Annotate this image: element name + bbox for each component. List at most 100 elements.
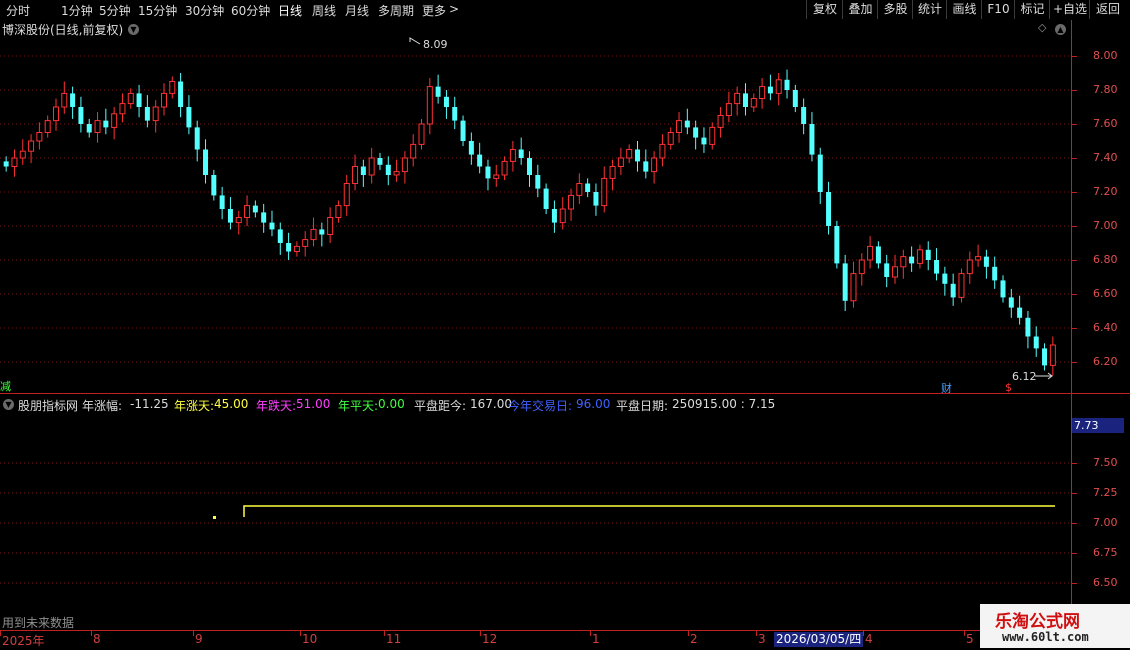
indicator-tick-mark [1072,463,1077,464]
more-arrow-icon[interactable]: > [449,2,459,16]
candle-body [975,256,982,261]
indicator-item-value: 51.00 [296,397,331,411]
candle-body [966,259,973,275]
date-tick-mark [688,631,689,636]
low-price-label: 6.12 [1012,370,1037,383]
indicator-chart[interactable] [0,412,1072,630]
period-tab-monthly[interactable]: 月线 [345,2,369,19]
fuquan-button[interactable]: 复权 [806,0,843,19]
period-tab-15min[interactable]: 15分钟 [138,2,177,19]
indicator-tick-label: 7.50 [1093,456,1118,469]
indicator-tick-label: 6.50 [1093,576,1118,589]
date-tick-mark [0,631,1,636]
future-data-note: 用到未来数据 [2,616,75,630]
candle-body [916,249,923,264]
candle-body [11,157,18,167]
candle-body [70,93,76,107]
price-tick-label: 7.00 [1093,219,1118,232]
date-axis: 2025年 8 9 10 11 12 1 2 3 4 5 [0,631,1072,650]
indicator-item-value: 45.00 [214,397,249,411]
candle-body [568,194,575,210]
candle-body [277,229,283,243]
multi-stock-button[interactable]: 多股 [877,0,913,19]
indicator-tick-mark [1072,523,1077,524]
candle-body [219,195,225,209]
indicator-tick-mark [1072,493,1077,494]
candle-body [252,205,258,213]
candle-body [958,273,965,298]
period-tab-daily[interactable]: 日线 [278,2,302,19]
candle-body [293,245,300,252]
f10-button[interactable]: F10 [981,0,1015,19]
candle-body [61,92,68,108]
candle-body [452,107,458,121]
price-tick-mark [1072,226,1077,227]
candle-body [676,120,683,133]
candle-body [983,256,989,267]
candle-body [576,183,583,196]
candle-body [734,92,741,105]
candle-body [667,132,674,145]
candle-body [942,273,948,284]
candle-body [1000,280,1006,298]
candle-body [651,157,658,173]
date-tick-mark [964,631,965,636]
period-tab-60min[interactable]: 60分钟 [231,2,270,19]
watermark-url: www.60lt.com [1002,630,1089,644]
candle-body [327,217,334,235]
candle-body [186,107,192,128]
indicator-line [243,505,1055,517]
candle-body [160,92,167,108]
period-tab-5min[interactable]: 5分钟 [99,2,131,19]
panel-divider [0,393,1130,394]
price-tick-mark [1072,192,1077,193]
indicator-item-value: 250915.00 : 7.15 [672,397,776,411]
candle-body [1017,307,1023,318]
period-tab-multi[interactable]: 多周期 [378,2,414,19]
overlay-button[interactable]: 叠加 [842,0,878,19]
candle-body [86,124,92,133]
indicator-header: ▼ 股朋指标网 年涨幅: -11.25 年涨天: 45.00 年跌天: 51.00 年平天:… [0,395,1070,413]
candle-body [286,243,292,252]
candle-body [410,143,417,159]
indicator-item-value: -11.25 [130,397,169,411]
candle-body [742,93,748,107]
indicator-tick-label: 7.00 [1093,516,1118,529]
date-tick-mark [91,631,92,636]
candle-body [767,86,773,94]
candle-body [759,86,766,99]
candle-body [950,283,956,298]
candle-body [1025,317,1031,337]
watermark-title: 乐淘公式网 [995,612,1080,632]
candle-body [784,79,790,90]
candle-body [817,154,823,192]
candlestick-chart[interactable] [0,20,1072,393]
candle-body [842,263,848,301]
candle-body [559,208,566,224]
draw-line-button[interactable]: 画线 [946,0,982,19]
candle-body [343,183,350,207]
statistics-button[interactable]: 统计 [912,0,947,19]
price-tick-label: 6.40 [1093,321,1118,334]
period-tab-1min[interactable]: 1分钟 [61,2,93,19]
candle-body [1033,336,1039,349]
period-tab-fenshi[interactable]: 分时 [6,2,30,19]
period-tab-30min[interactable]: 30分钟 [185,2,224,19]
candle-body [1008,297,1014,308]
candle-body [169,81,176,94]
chevron-down-icon[interactable]: ▼ [3,399,14,410]
candle-body [194,127,200,150]
crosshair-date-label: 2026/03/05/四 [774,632,864,647]
reduce-marker[interactable]: 减 [0,378,11,394]
candle-body [884,263,890,277]
price-tick-label: 7.60 [1093,117,1118,130]
candle-body [178,81,184,107]
candle-body [460,120,466,141]
candle-body [609,166,616,179]
period-tab-more[interactable]: 更多 [422,2,446,19]
candle-body [144,107,150,121]
candle-body [543,188,549,209]
mark-button[interactable]: 标记 [1014,0,1050,19]
date-tick-mark [590,631,591,636]
period-tab-weekly[interactable]: 周线 [312,2,336,19]
